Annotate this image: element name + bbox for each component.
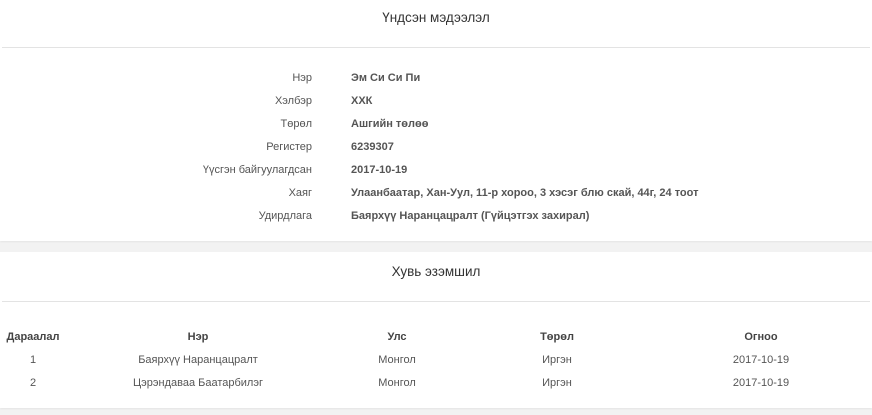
divider: [2, 301, 870, 302]
table-row: 2 Цэрэндаваа Баатарбилэг Монгол Иргэн 20…: [4, 371, 868, 394]
info-value: Эм Си Си Пи: [351, 72, 421, 84]
basic-info-list: Нэр Эм Си Си Пи Хэлбэр ХХК Төрөл Ашгийн …: [0, 70, 872, 231]
info-row-type: Төрөл Ашгийн төлөө: [0, 116, 872, 139]
basic-info-title: Үндсэн мэдээлэл: [382, 10, 490, 25]
divider: [2, 47, 870, 48]
column-header-name: Нэр: [187, 331, 209, 343]
info-row-founded: Үүсгэн байгуулагдсан 2017-10-19: [0, 162, 872, 185]
table-header-row: Дараалал Нэр Улс Төрөл Огноо: [4, 326, 868, 348]
ownership-table: Дараалал Нэр Улс Төрөл Огноо 1 Баярхүү Н…: [4, 326, 868, 394]
cell-order: 2: [29, 376, 37, 389]
info-label: Хэлбэр: [274, 95, 312, 107]
cell-country: Монгол: [378, 353, 416, 366]
info-value: 2017-10-19: [351, 164, 408, 176]
info-value: ХХК: [351, 95, 373, 107]
table-row: 1 Баярхүү Наранцацралт Монгол Иргэн 2017…: [4, 348, 868, 371]
ownership-title: Хувь эзэмшил: [391, 264, 481, 279]
column-header-type: Төрөл: [540, 331, 574, 343]
cell-country: Монгол: [378, 376, 416, 389]
info-row-management: Удирдлага Баярхүү Наранцацралт (Гүйцэтгэ…: [0, 208, 872, 231]
basic-info-card: Үндсэн мэдээлэл Нэр Эм Си Си Пи Хэлбэр Х…: [0, 0, 872, 241]
cell-type: Иргэн: [542, 353, 572, 366]
info-value: Баярхүү Наранцацралт (Гүйцэтгэх захирал): [351, 210, 590, 222]
info-label: Нэр: [292, 72, 312, 84]
info-row-name: Нэр Эм Си Си Пи: [0, 70, 872, 93]
column-header-order: Дараалал: [6, 331, 60, 343]
column-header-date: Огноо: [744, 331, 778, 343]
info-label: Төрөл: [280, 118, 313, 130]
cell-name: Баярхүү Наранцацралт: [138, 353, 258, 366]
cell-name: Цэрэндаваа Баатарбилэг: [133, 376, 263, 389]
info-value: 6239307: [351, 141, 394, 153]
info-label: Үүсгэн байгуулагдсан: [202, 164, 312, 176]
info-row-register: Регистер 6239307: [0, 139, 872, 162]
ownership-card: Хувь эзэмшил Дараалал Нэр Улс Төрөл Огно…: [0, 252, 872, 408]
info-value: Улаанбаатар, Хан-Уул, 11-р хороо, 3 хэсэ…: [351, 187, 699, 199]
info-row-address: Хаяг Улаанбаатар, Хан-Уул, 11-р хороо, 3…: [0, 185, 872, 208]
info-label: Удирдлага: [258, 210, 312, 222]
column-header-country: Улс: [387, 331, 407, 343]
cell-type: Иргэн: [542, 376, 572, 389]
info-value: Ашгийн төлөө: [351, 118, 429, 130]
cell-date: 2017-10-19: [732, 353, 790, 366]
cell-date: 2017-10-19: [732, 376, 790, 389]
info-label: Хаяг: [288, 187, 312, 199]
info-label: Регистер: [266, 141, 312, 153]
info-row-form: Хэлбэр ХХК: [0, 93, 872, 116]
cell-order: 1: [29, 353, 37, 366]
